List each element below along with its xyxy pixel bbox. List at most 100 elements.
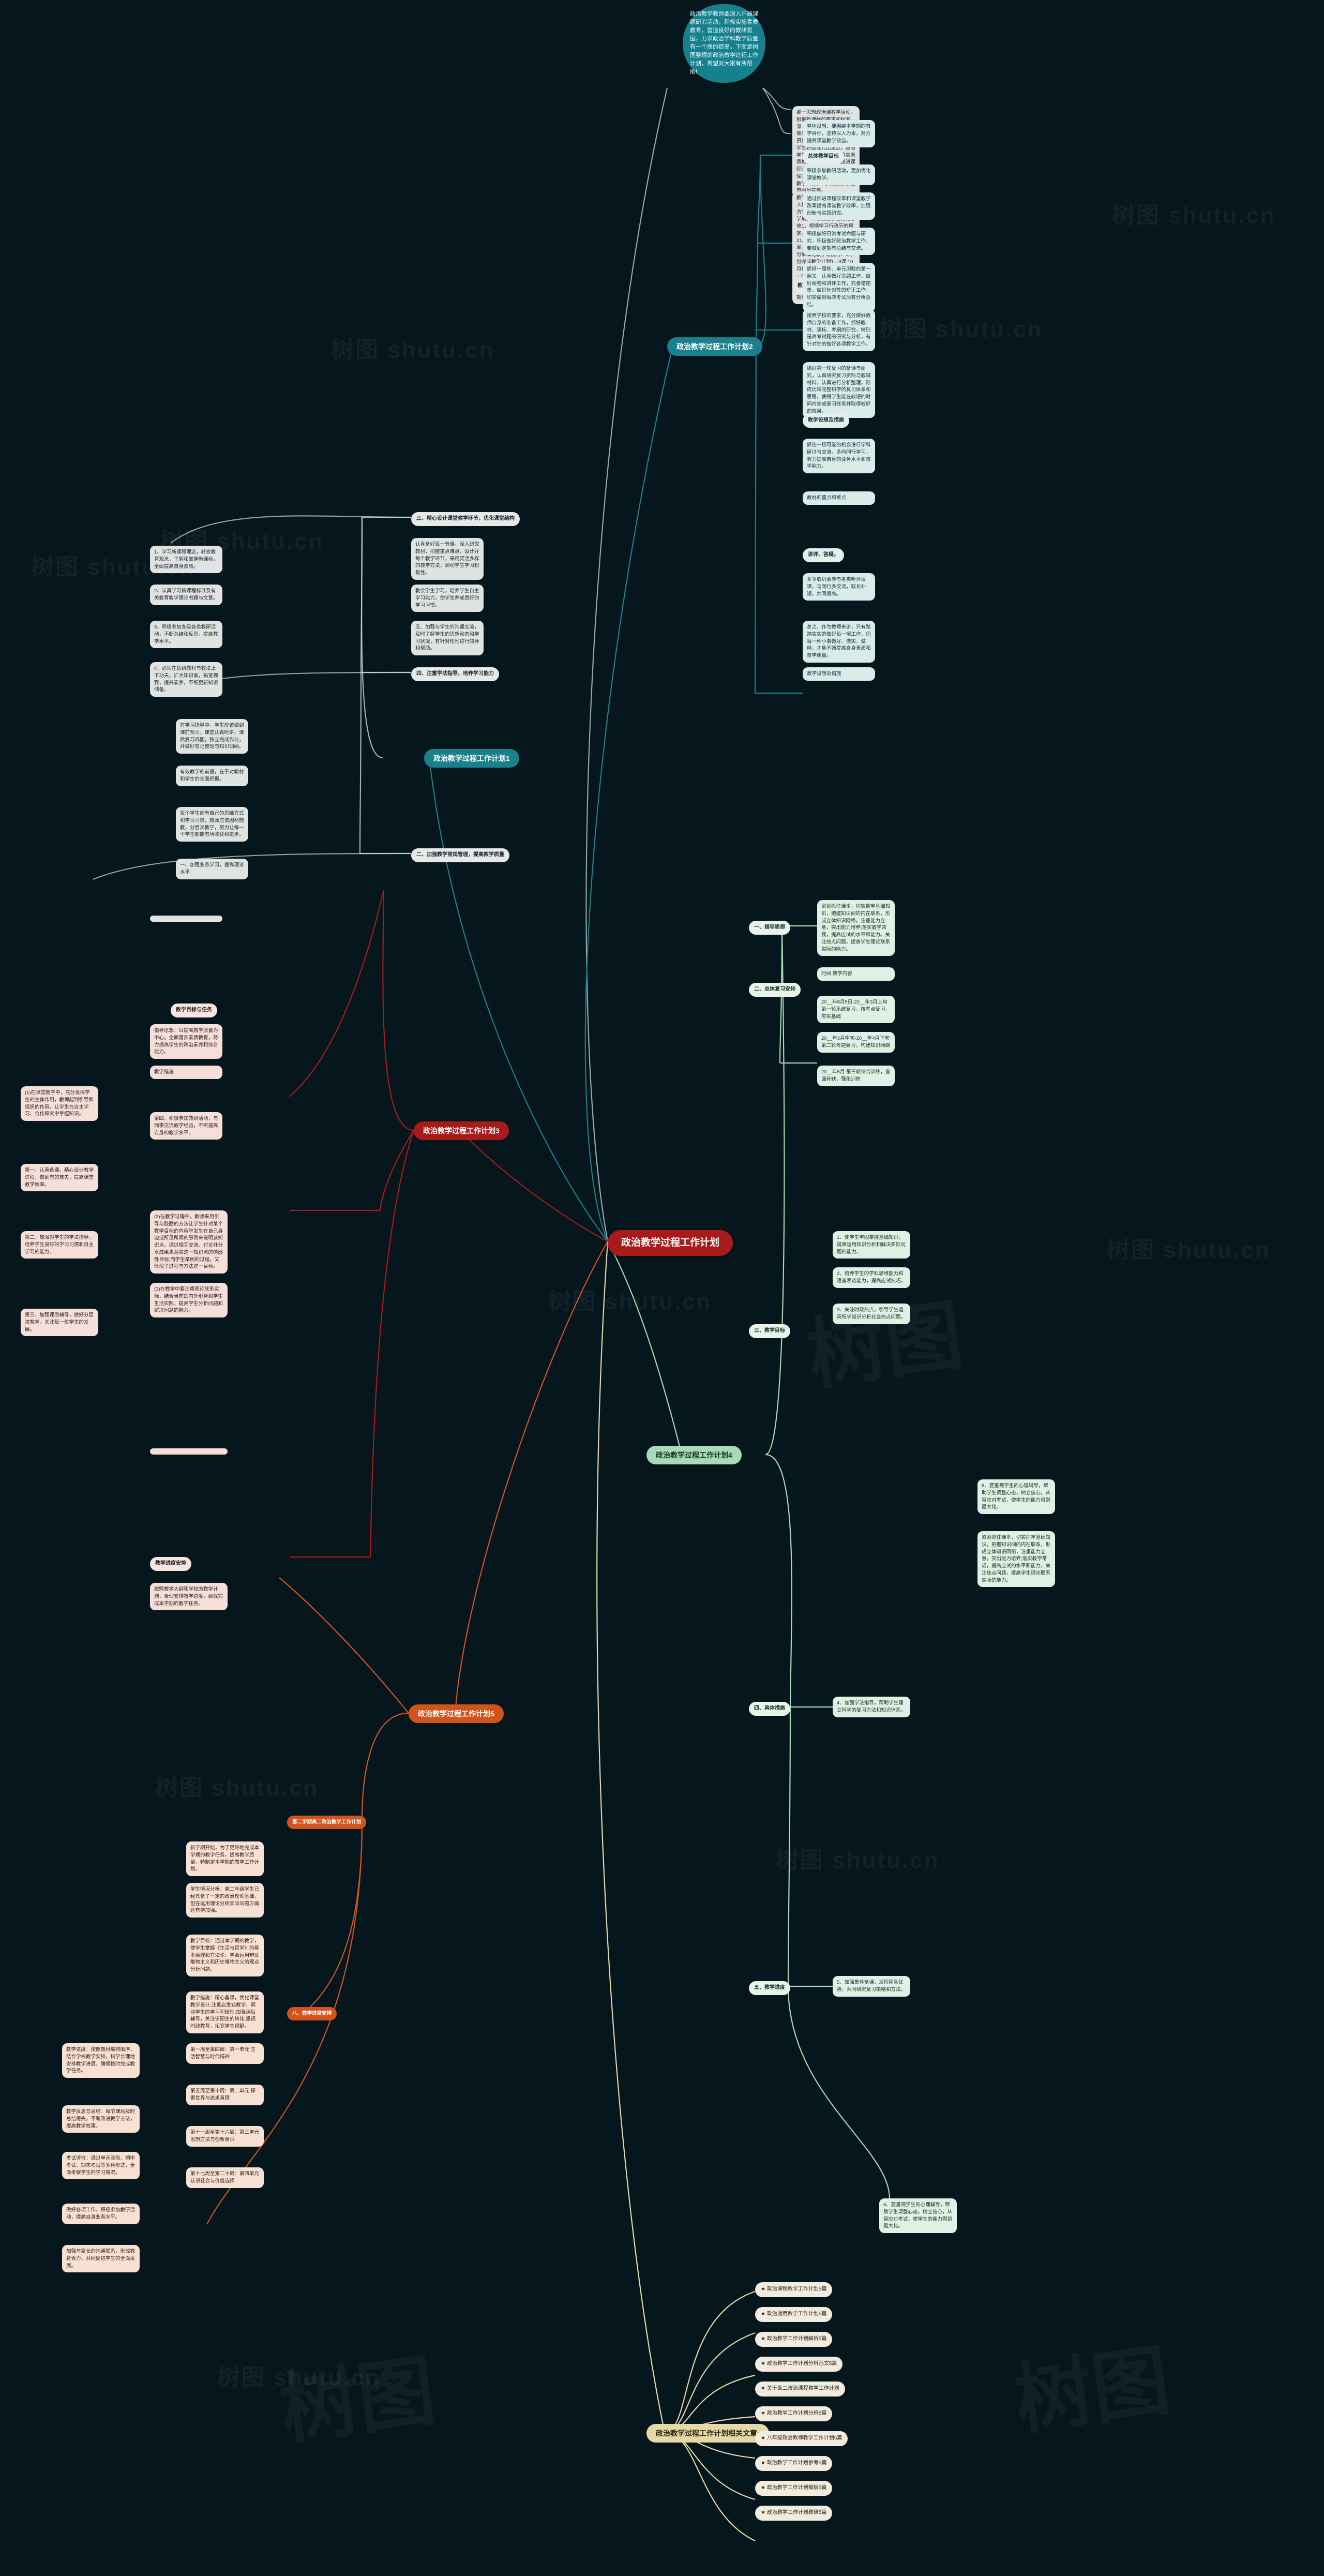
b4-head[interactable]: 二、总体复习安排: [749, 983, 801, 997]
b3-head[interactable]: 教学进度安排: [150, 1557, 191, 1571]
branch-node-3[interactable]: 政治教学过程工作计划3: [414, 1121, 509, 1141]
b5-card[interactable]: 做好各项工作，积极参加教研活动，提高自身业务水平。: [62, 2204, 140, 2224]
b3-card[interactable]: 第一、认真备课，精心设计教学过程，做到有的放矢，提高课堂教学效率。: [21, 1164, 98, 1192]
b3-card[interactable]: (2)在教学过程中，教师采用引导与鼓励的方法让学生针对某个教学目标的内容举发生在…: [150, 1210, 228, 1274]
b5-card[interactable]: 教学反思与总结：每节课后及时总结得失，不断改进教学方法，提高教学效果。: [62, 2105, 140, 2133]
b1-leaf[interactable]: 有效教学的前提，在于对教材和学生的全面把握。: [176, 766, 248, 786]
b2-card[interactable]: 抓住一切可能的机会进行学科研讨与交流，多向同行学习，努力提高自身的业务水平和教学…: [803, 439, 875, 474]
b2-card[interactable]: 抓好一周练、单元测验的第一遍关，认真做好命题工作，做好阅卷和讲评工作，完善错题集…: [803, 263, 875, 312]
b5-card[interactable]: 新学期开始，为了更好地完成本学期的教学任务，提高教学质量，特制定本学期的教学工作…: [186, 1841, 264, 1877]
b3-card[interactable]: [150, 1448, 228, 1455]
b3-card[interactable]: 教学措施: [150, 1066, 222, 1079]
b1-head[interactable]: 四、注重学法指导，培养学习能力: [411, 667, 499, 681]
b2-card[interactable]: 积极做好日常考试命题与研究，积极做好政治教学工作，要做到定期有总结与交流。: [803, 228, 875, 256]
b5-card[interactable]: 教学目标：通过本学期的教学，使学生掌握《生活与哲学》的基本原理和方法论，学会运用…: [186, 1935, 264, 1976]
b1-leaf[interactable]: 1、学习新课程理念，转变教育观念，了解和掌握新课标，全面提高自身素质。: [150, 546, 222, 574]
b1-head[interactable]: 三、精心设计课堂教学环节，优化课堂结构: [411, 512, 520, 526]
related-article-item[interactable]: ★ 政治通用教学工作计划5篇: [755, 2307, 833, 2322]
b4-head[interactable]: 三、教学目标: [749, 1324, 790, 1338]
b5-card[interactable]: 教学措施：精心备课，优化课堂教学设计;注重启发式教学，调动学生的学习积极性;加强…: [186, 1991, 264, 2033]
b4-card[interactable]: 1、使学生牢固掌握基础知识，提高运用知识分析和解决实际问题的能力。: [833, 1231, 910, 1259]
related-article-item[interactable]: ★ 政治教学工作计划分析范文5篇: [755, 2357, 843, 2372]
b5-card[interactable]: 考试评价：通过单元测验、期中考试、期末考试等多种形式，全面考察学生的学习情况。: [62, 2152, 140, 2180]
b2-card[interactable]: 教材的重点和难点: [803, 491, 875, 505]
b3-card[interactable]: (3)在教学中要注重理论联系实际，结合当前国内外形势和学生生活实际，提高学生分析…: [150, 1283, 228, 1318]
b2-card[interactable]: 按照学校的要求，充分做好教师自身的准备工作，抓好教材、课标、考纲的研究，特别是高…: [803, 309, 875, 351]
related-article-item[interactable]: ★ 八年级政治教师教学工作计划5篇: [755, 2431, 848, 2446]
b3-card[interactable]: 第四、积极参加教研活动，与同事交流教学经验，不断提高自身的教学水平。: [150, 1112, 222, 1140]
b4-card[interactable]: 20__年3月中旬-20__年4月下旬 第二轮专题复习，构建知识网络: [817, 1032, 895, 1053]
b4-card[interactable]: 6、要重视学生的心理辅导，帮助学生调整心态，树立信心，从容应对考试，使学生的能力…: [879, 2198, 957, 2234]
b5-card[interactable]: 加强与家长的沟通联系，形成教育合力，共同促进学生的全面发展。: [62, 2245, 140, 2273]
b1-leaf[interactable]: 一、加强业务学习，提高理论水平: [176, 859, 248, 879]
branch-node-1[interactable]: 政治教学过程工作计划1: [424, 749, 519, 768]
b4-card[interactable]: 3、关注时政热点，引导学生运用所学知识分析社会热点问题。: [833, 1304, 910, 1324]
mindmap-canvas: 树图 shutu.cn 树图 shutu.cn 树图 shutu.cn 树图 s…: [0, 0, 1324, 2576]
b2-card[interactable]: 多争取机会参与各类听评议课，与同行多交流，取长补短，共同提高。: [803, 573, 875, 601]
b2-card[interactable]: 教学设想及措施: [803, 667, 875, 681]
related-article-item[interactable]: ★ 政治教学工作计划参考5篇: [755, 2456, 833, 2471]
b4-head[interactable]: 一、指导思想: [749, 921, 790, 935]
b5-card[interactable]: 学生情况分析：高二年级学生已经具备了一定的政治理论基础，但在运用理论分析实际问题…: [186, 1883, 264, 1918]
b3-card[interactable]: (1)在课堂教学中，充分发挥学生的主体作用，教师起到引导和组织的作用，让学生在自…: [21, 1086, 98, 1121]
related-article-label: 政治教学工作计划模板5篇: [766, 2485, 827, 2491]
b4-card[interactable]: 时间 教学内容: [817, 967, 895, 981]
b4-card[interactable]: 紧紧抓住课本，切实抓牢基础知识，把握知识间的内在联系，形成立体知识网络，注重能力…: [817, 900, 895, 956]
b1-leaf[interactable]: [150, 916, 222, 922]
b4-card[interactable]: 4、加强学法指导，帮助学生建立科学的复习方法和知识体系。: [833, 1697, 910, 1717]
related-article-item[interactable]: ★ 政治教学工作计划解析5篇: [755, 2332, 833, 2347]
star-icon: ★: [761, 2410, 767, 2416]
b1-leaf[interactable]: 2、认真学习新课程标准及有关教育教学理论书籍与文章。: [150, 585, 222, 605]
b1-leaf[interactable]: 在学习指导中，学生应该做到课前预习，课堂认真听讲，课后复习巩固，独立完成作业，并…: [176, 719, 248, 754]
root-node[interactable]: 政治教学过程工作计划: [608, 1230, 733, 1256]
b2-card[interactable]: 搞好第一轮复习的备课与研究，认真研究复习资料与教辅材料，认真进行分析整理，形成比…: [803, 362, 875, 418]
b1-card[interactable]: 认真备好每一节课，深入研究教材，把握重点难点，设计好每个教学环节，采用灵活多样的…: [411, 538, 484, 580]
b2-card[interactable]: 通过推进课程改革和课堂教学改革提高课堂教学效率，加强创新与实践研究。: [803, 192, 875, 220]
branch-node-5[interactable]: 政治教学过程工作计划5: [409, 1704, 504, 1724]
related-article-item[interactable]: ★ 政治课程教学工作计划5篇: [755, 2282, 833, 2297]
b5-card[interactable]: 第一周至第四周：第一单元 生活智慧与时代精神: [186, 2043, 264, 2064]
b4-head[interactable]: 四、具体措施: [749, 1702, 790, 1716]
related-article-item[interactable]: ★ 政治教学工作计划教研5篇: [755, 2506, 833, 2521]
b4-card[interactable]: 5、加强集体备课，发挥团队优势，共同研究复习策略和方法。: [833, 1976, 910, 1997]
b4-card[interactable]: 6、要重视学生的心理辅导，帮助学生调整心态，树立信心，从容应对考试，使学生的能力…: [977, 1479, 1055, 1515]
b3-card[interactable]: 指导思想：以提高教学质量为中心，全面落实素质教育，努力提高学生的政治素养和综合能…: [150, 1024, 222, 1059]
b4-card[interactable]: 紧紧抓住课本，切实抓牢基础知识，把握知识间的内在联系，形成立体知识网络，注重能力…: [977, 1531, 1055, 1587]
branch-node-2[interactable]: 政治教学过程工作计划2: [667, 337, 762, 356]
b3-card[interactable]: 第二、加强对学生的学法指导，培养学生良好的学习习惯和自主学习的能力。: [21, 1231, 98, 1259]
b2-section-head[interactable]: 教学设想及措施: [803, 414, 849, 428]
b4-card[interactable]: 20__年5月 第三轮综合训练，查漏补缺，强化训练: [817, 1066, 895, 1086]
b3-head[interactable]: 教学目标与任务: [171, 1004, 217, 1017]
b5-card[interactable]: 第五周至第十周：第二单元 探索世界与追求真理: [186, 2085, 264, 2105]
b3-card[interactable]: 第三、加强课后辅导，做好分层次教学，关注每一位学生的发展。: [21, 1309, 98, 1337]
related-article-item[interactable]: ★ 政治教学工作计划模板5篇: [755, 2481, 833, 2496]
b1-head[interactable]: 二、加强教学常规管理，提高教学质量: [411, 848, 509, 862]
related-article-item[interactable]: ★ 关于高二政治课程教学工作计划: [755, 2382, 845, 2397]
related-article-label: 关于高二政治课程教学工作计划: [766, 2386, 839, 2391]
b1-leaf[interactable]: 3、积极参加各级各类教研活动，不断总结和反思，提高教学水平。: [150, 621, 222, 649]
b2-card[interactable]: 总之，作为教师来讲，只有踏踏实实的做好每一项工作，把每一件小事做好、做实、做精，…: [803, 621, 875, 663]
b5-card[interactable]: 教学进度：按照教材编排顺序，结合学校教学安排，科学合理地安排教学进度，确保按时完…: [62, 2043, 140, 2078]
star-icon: ★: [761, 2336, 767, 2342]
b1-leaf[interactable]: 4、必须在钻研教材与教法上下功夫，扩大知识面，拓宽视野，提升素养，不断更新知识储…: [150, 662, 222, 697]
b3-card[interactable]: 按照教学大纲和学校的教学计划，合理安排教学进度，确保完成本学期的教学任务。: [150, 1583, 228, 1611]
b5-head[interactable]: 第二学期高二政治教学工作计划: [287, 1816, 367, 1829]
b2-section-head[interactable]: 讲评、答疑。: [803, 548, 844, 562]
related-article-item[interactable]: ★ 政治教学工作计划分析5篇: [755, 2406, 833, 2421]
b1-leaf[interactable]: 每个学生都有自己的思维方式和学习习惯，教师应该因材施教，分层次教学，努力让每一个…: [176, 807, 248, 842]
b4-card[interactable]: 2、培养学生的学科思维能力和语言表达能力，提高应试技巧。: [833, 1267, 910, 1288]
b1-card[interactable]: 教会学生学习，培养学生自主学习能力，使学生养成良好的学习习惯。: [411, 585, 484, 612]
b5-head[interactable]: 八、教学进度安排: [287, 2007, 337, 2020]
b5-card[interactable]: 第十七周至第二十周：第四单元 认识社会与价值选择: [186, 2167, 264, 2188]
watermark: 树图 shutu.cn: [331, 337, 495, 363]
b5-card[interactable]: 第十一周至第十六周：第三单元 思想方法与创新意识: [186, 2126, 264, 2147]
intro-node[interactable]: 政治教学教师要深入开展课题研究活动，积极实施素质教育，营造良好的教研氛围，力求政…: [683, 4, 765, 83]
branch-node-related[interactable]: 政治教学过程工作计划相关文章:: [646, 2424, 769, 2443]
b1-card[interactable]: 五、加强与学生的沟通交流，及时了解学生的思想动态和学习状况，有针对性地进行辅导和…: [411, 621, 484, 656]
b4-head[interactable]: 五、教学进度: [749, 1981, 790, 1995]
b2-section-head[interactable]: 总体教学目标: [803, 150, 844, 164]
b4-card[interactable]: 20__年8月5日-20__年3月上旬 第一轮系统复习，按考点复习，夯实基础: [817, 996, 895, 1024]
b2-card[interactable]: 积极参加教研活动，更加优化课堂教学。: [803, 164, 875, 185]
b2-card[interactable]: 整体设想：要围绕本学期的教学目标，坚持以人为本，努力提高课堂教学效益。: [803, 120, 875, 148]
branch-node-4[interactable]: 政治教学过程工作计划4: [646, 1446, 742, 1465]
